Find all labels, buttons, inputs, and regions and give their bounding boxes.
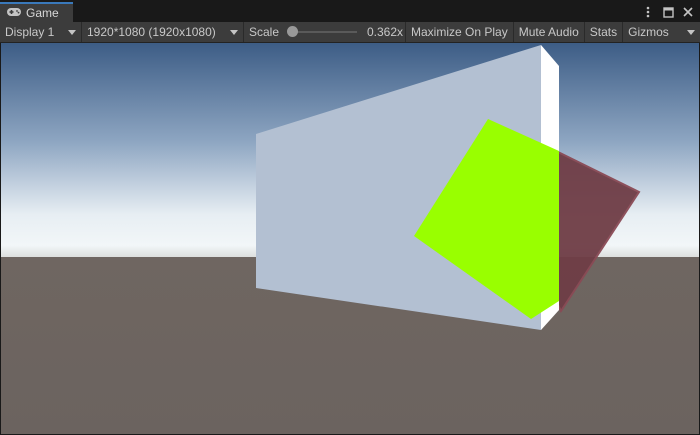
maximize-on-play-label: Maximize On Play xyxy=(411,25,508,39)
mute-audio-label: Mute Audio xyxy=(518,25,579,39)
scale-label: Scale xyxy=(249,25,280,39)
kebab-menu-icon[interactable] xyxy=(642,5,654,19)
scale-slider[interactable] xyxy=(287,26,358,37)
chevron-down-icon xyxy=(687,29,695,35)
game-toolbar: Display 1 1920*1080 (1920x1080) Scale 0.… xyxy=(0,22,700,43)
tab-title: Game xyxy=(26,6,59,20)
close-icon[interactable] xyxy=(682,5,694,19)
display-label: Display 1 xyxy=(5,25,55,39)
game-viewport[interactable] xyxy=(1,43,699,434)
resolution-label: 1920*1080 (1920x1080) xyxy=(87,25,216,39)
scale-control: Scale 0.362x xyxy=(244,22,406,42)
gamepad-icon xyxy=(6,6,22,20)
display-dropdown[interactable]: Display 1 xyxy=(0,22,82,42)
resolution-dropdown[interactable]: 1920*1080 (1920x1080) xyxy=(82,22,244,42)
tab-game[interactable]: Game xyxy=(0,2,73,22)
tab-strip: Game xyxy=(0,0,700,22)
scale-value: 0.362x xyxy=(366,25,403,39)
stats-toggle[interactable]: Stats xyxy=(585,22,624,42)
mute-audio-toggle[interactable]: Mute Audio xyxy=(514,22,585,42)
gizmos-dropdown[interactable]: Gizmos xyxy=(623,22,700,42)
scale-slider-handle[interactable] xyxy=(287,26,299,37)
chevron-down-icon xyxy=(68,29,76,35)
scene-render xyxy=(1,43,699,434)
gizmos-label: Gizmos xyxy=(628,25,669,39)
maximize-on-play-toggle[interactable]: Maximize On Play xyxy=(406,22,514,42)
chevron-down-icon xyxy=(230,29,238,35)
window-controls xyxy=(642,4,700,20)
maximize-icon[interactable] xyxy=(662,5,674,19)
stats-label: Stats xyxy=(589,25,618,39)
